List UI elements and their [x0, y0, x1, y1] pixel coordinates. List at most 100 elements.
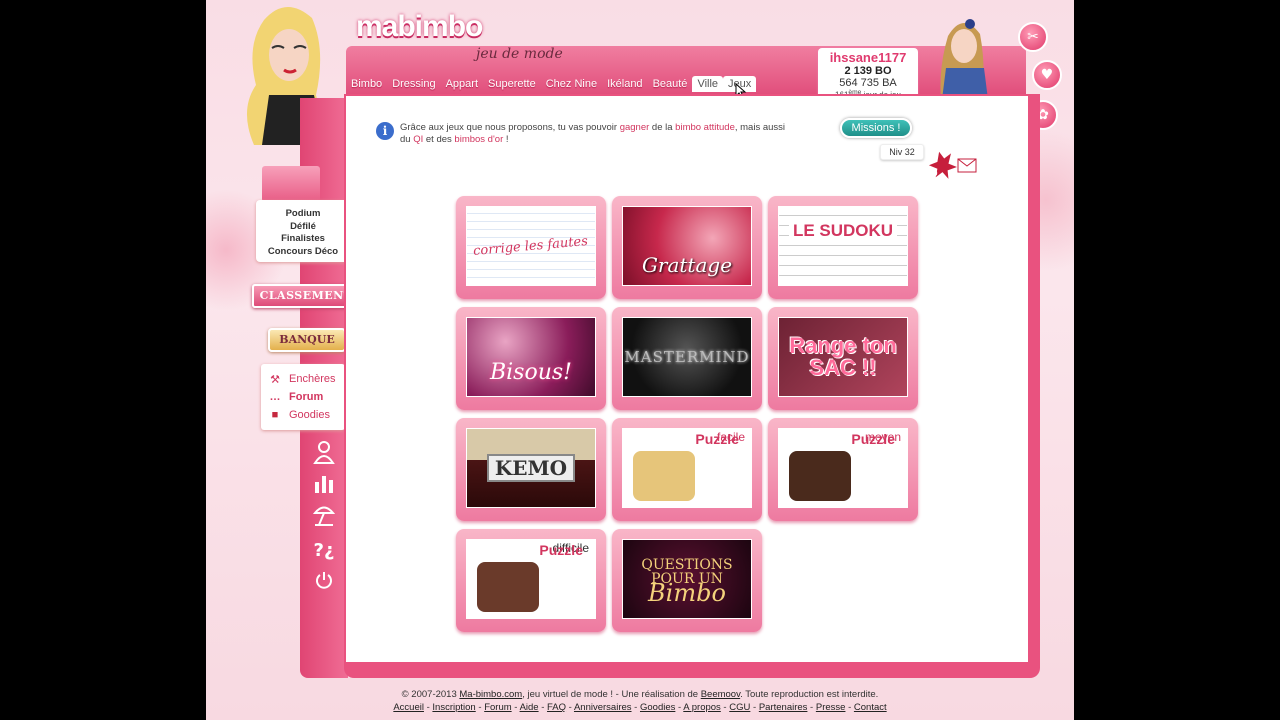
username[interactable]: ihssane1177 — [818, 50, 918, 65]
game-image: Puzzle facile — [622, 428, 752, 508]
nav-superette[interactable]: Superette — [483, 76, 541, 92]
footer-link-accueil[interactable]: Accueil — [393, 702, 424, 713]
stats-icon[interactable] — [310, 472, 338, 504]
menu-goodies[interactable]: ■ Goodies — [267, 406, 345, 424]
game-image: KEMO — [466, 428, 596, 508]
side-icon-bar: ?¿ — [310, 440, 338, 600]
nav-beaute[interactable]: Beauté — [648, 76, 693, 92]
footer-link-partenaires[interactable]: Partenaires — [759, 702, 808, 713]
info-highlight-attitude: bimbo attitude — [675, 122, 735, 133]
footer-text-3: . Toute reproduction est interdite. — [740, 689, 879, 700]
gift-count: 0 — [932, 169, 938, 178]
game-questions-pour-un-bimbo[interactable]: QUESTIONS POUR UN Bimbo — [612, 529, 762, 632]
menu-defile[interactable]: Défilé — [256, 221, 350, 234]
footer-link-presse[interactable]: Presse — [816, 702, 846, 713]
info-text-5: ! — [503, 134, 509, 145]
footer-link-faq[interactable]: FAQ — [547, 702, 566, 713]
logo[interactable]: mabimbo jeu de mode — [356, 10, 563, 62]
bo-balance: 2 139 BO — [844, 65, 892, 77]
menu-forum[interactable]: … Forum — [267, 388, 345, 406]
footer-link-forum[interactable]: Forum — [484, 702, 511, 713]
nav-ikeland[interactable]: Ikéland — [602, 76, 647, 92]
game-title: Puzzle moyen — [851, 431, 901, 447]
profile-icon[interactable] — [310, 440, 338, 472]
game-title-main: Puzzle — [539, 542, 583, 558]
info-highlight-gagner: gagner — [619, 122, 650, 133]
footer: © 2007-2013 Ma-bimbo.com, jeu virtuel de… — [206, 688, 1074, 714]
game-title: Puzzle facile — [695, 431, 745, 447]
info-text-1: Grâce aux jeux que nous proposons, tu va… — [400, 122, 620, 133]
banque-button[interactable]: BANQUE — [268, 328, 346, 352]
footer-text-2: , jeu virtuel de mode ! - Une réalisatio… — [522, 689, 701, 700]
podium-menu: Podium Défilé Finalistes Concours Déco — [256, 200, 350, 262]
gavel-icon: ⚒ — [270, 373, 280, 386]
nav-dressing[interactable]: Dressing — [387, 76, 440, 92]
nav-chez-nine[interactable]: Chez Nine — [541, 76, 602, 92]
footer-link-contact[interactable]: Contact — [854, 702, 887, 713]
game-bisous[interactable]: Bisous! — [456, 307, 606, 410]
game-puzzle-moyen[interactable]: Puzzle moyen — [768, 418, 918, 521]
nav-ville[interactable]: Ville — [692, 76, 724, 92]
lips-icon[interactable]: ♥ — [1032, 60, 1062, 90]
game-page: mabimbo jeu de mode Bimbo Dressing Appar… — [206, 0, 1074, 720]
game-title: Puzzle difficile — [539, 542, 589, 558]
footer-link-inscription[interactable]: Inscription — [432, 702, 475, 713]
game-image: Puzzle difficile — [466, 539, 596, 619]
footer-maker-link[interactable]: Beemoov — [701, 689, 740, 700]
puzzle-piece-image — [477, 562, 539, 612]
gift-icon: ■ — [271, 409, 279, 421]
power-icon[interactable] — [310, 568, 338, 600]
footer-link-goodies[interactable]: Goodies — [640, 702, 675, 713]
footer-link-cgu[interactable]: CGU — [729, 702, 750, 713]
ba-balance: 564 735 BA — [839, 77, 897, 89]
info-highlight-qi: QI — [413, 134, 424, 145]
menu-concours-deco[interactable]: Concours Déco — [256, 246, 350, 259]
game-image: QUESTIONS POUR UN Bimbo — [622, 539, 752, 619]
game-title-main: Puzzle — [695, 431, 739, 447]
menu-encheres-label: Enchères — [289, 373, 336, 385]
menu-forum-label: Forum — [289, 391, 324, 403]
nav-appart[interactable]: Appart — [441, 76, 483, 92]
info-text-2: de la — [649, 122, 676, 133]
menu-podium[interactable]: Podium — [256, 208, 350, 221]
missions-button[interactable]: Missions ! — [840, 118, 912, 138]
mail-count: 0 — [972, 149, 978, 158]
help-icon[interactable]: ?¿ — [310, 536, 338, 568]
info-message: i Grâce aux jeux que nous proposons, tu … — [376, 122, 796, 146]
game-puzzle-difficile[interactable]: Puzzle difficile — [456, 529, 606, 632]
nav-bimbo[interactable]: Bimbo — [346, 76, 387, 92]
footer-link-apropos[interactable]: A propos — [683, 702, 721, 713]
info-highlight-bimbos-dor: bimbos d'or — [454, 134, 504, 145]
podium-icon — [262, 166, 320, 202]
game-image: MASTERMIND — [622, 317, 752, 397]
menu-encheres[interactable]: ⚒ Enchères — [267, 370, 345, 388]
footer-site-link[interactable]: Ma-bimbo.com — [459, 689, 522, 700]
game-range-ton-sac[interactable]: Range ton SAC !! — [768, 307, 918, 410]
game-sudoku[interactable]: LE SUDOKU — [768, 196, 918, 299]
game-title: MASTERMIND — [624, 348, 750, 366]
game-image: Range ton SAC !! — [778, 317, 908, 397]
game-title-main: Puzzle — [851, 431, 895, 447]
menu-finalistes[interactable]: Finalistes — [256, 233, 350, 246]
game-corrige-les-fautes[interactable]: corrige les fautes — [456, 196, 606, 299]
game-image: Puzzle moyen — [778, 428, 908, 508]
footer-text-1: © 2007-2013 — [401, 689, 460, 700]
game-grattage[interactable]: Grattage — [612, 196, 762, 299]
game-title-sub: Bimbo — [648, 579, 726, 607]
footer-link-aide[interactable]: Aide — [520, 702, 539, 713]
game-kemo[interactable]: KEMO — [456, 418, 606, 521]
game-mastermind[interactable]: MASTERMIND — [612, 307, 762, 410]
info-icon: i — [376, 122, 394, 140]
game-title: LE SUDOKU — [788, 221, 898, 241]
footer-links: Accueil - Inscription - Forum - Aide - F… — [393, 702, 887, 713]
puzzle-piece-image — [789, 451, 851, 501]
game-image: LE SUDOKU — [778, 206, 908, 286]
scissors-icon[interactable]: ✂ — [1018, 22, 1048, 52]
game-image: Bisous! — [466, 317, 596, 397]
game-puzzle-facile[interactable]: Puzzle facile — [612, 418, 762, 521]
game-title: Grattage — [641, 253, 733, 277]
footer-link-anniversaires[interactable]: Anniversaires — [574, 702, 632, 713]
games-grid: corrige les fautes Grattage LE SUDOKU Bi… — [456, 196, 920, 632]
beach-icon[interactable] — [310, 504, 338, 536]
speech-bubble-icon: … — [269, 391, 281, 403]
